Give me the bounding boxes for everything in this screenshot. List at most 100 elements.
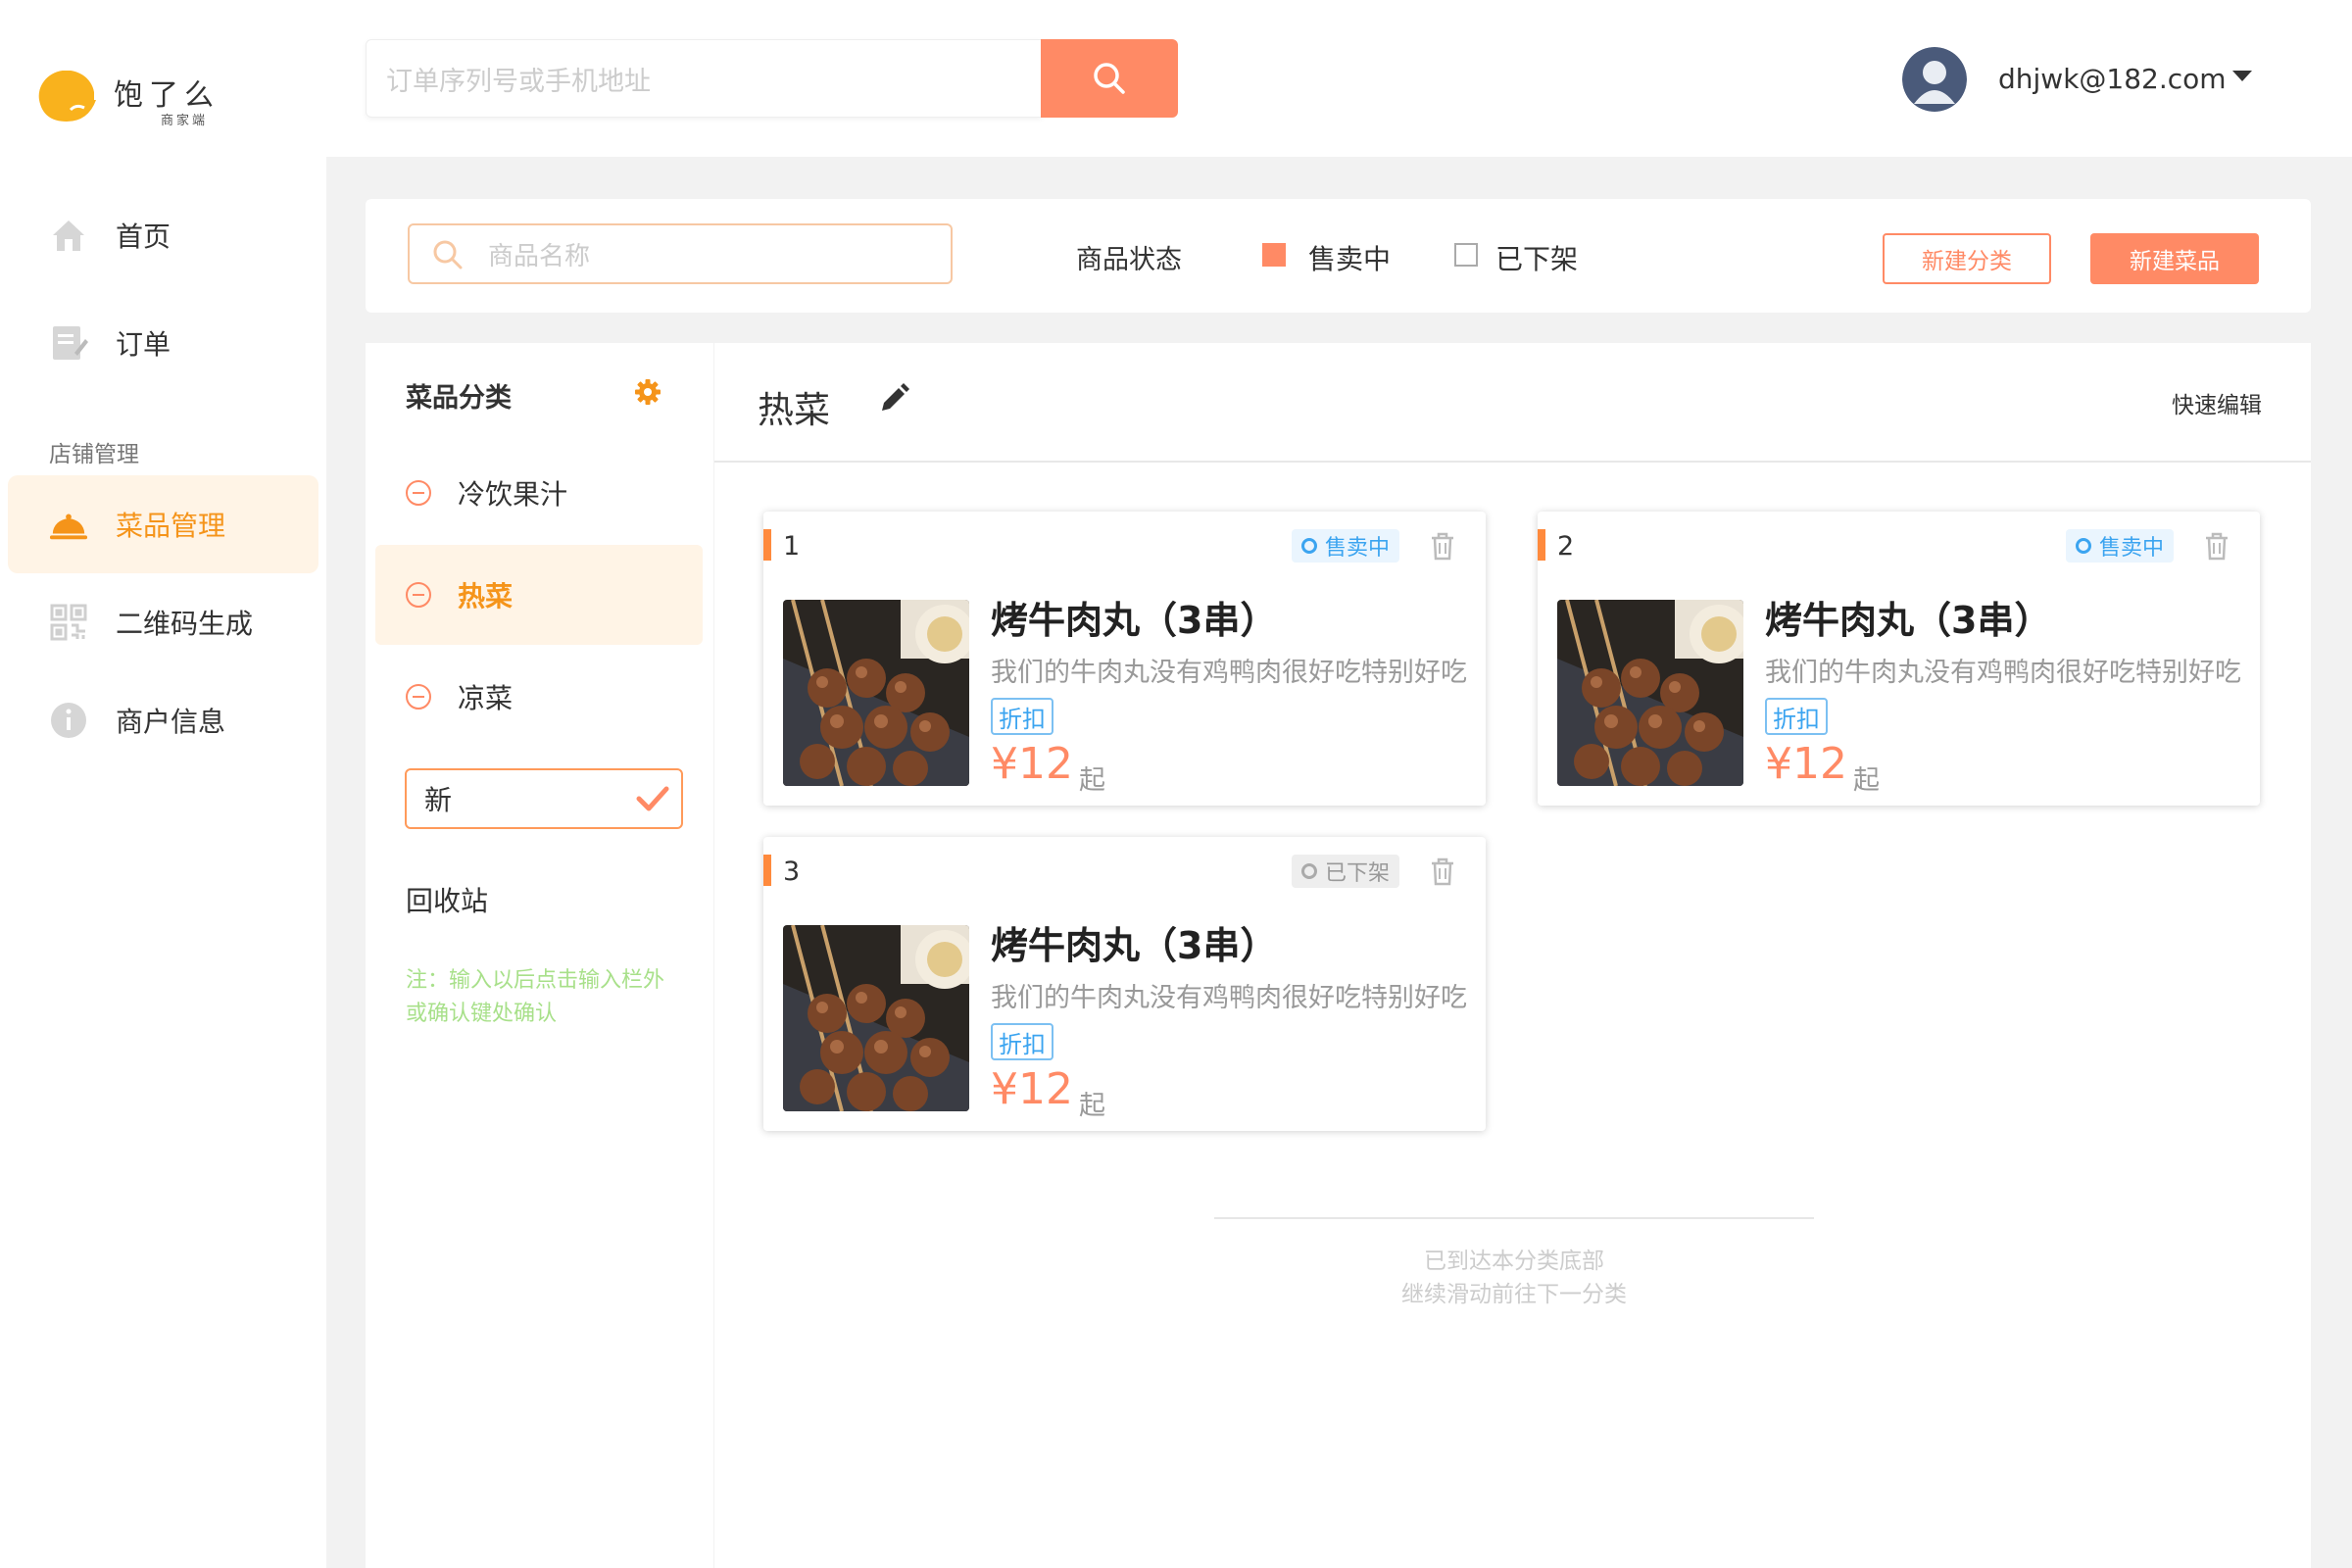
trash-icon[interactable] [1429,531,1456,561]
list-end-line-2: 继续滑动前往下一分类 [1401,1282,1627,1307]
category-panel: 菜品分类 冷饮果汁 热菜 凉菜 新 回收站 注：输入以后点击输入栏外或确认键处确… [366,343,713,1568]
order-icon [49,323,88,363]
new-category-input-value: 新 [424,784,453,816]
price-suffix: 起 [1853,765,1880,796]
dish-photo [1557,600,1743,786]
trash-icon[interactable] [2203,531,2230,561]
status-badge-label: 已下架 [1324,861,1390,886]
status-badge: 售卖中 [2065,529,2174,563]
dish-name: 烤牛肉丸（3串） [991,924,1278,967]
search-button[interactable] [1041,39,1178,118]
new-category-button[interactable]: 新建分类 [1883,233,2051,284]
dish-card[interactable]: 2 售卖中 烤牛肉丸（3串） 我们的牛肉丸没有鸡鸭肉很好吃特别好吃 折扣 ¥12… [1538,512,2260,806]
category-item[interactable]: 热菜 [375,545,703,645]
sidebar-item-dishes[interactable]: 菜品管理 [8,475,318,573]
remove-category-icon[interactable] [406,582,431,608]
card-index-marker [763,529,771,561]
home-icon [49,216,88,255]
list-end-divider [1214,1217,1814,1219]
gear-icon[interactable] [632,376,663,408]
top-header: 订单序列号或手机地址 dhjwk@182.com [326,0,2352,157]
status-on-sale-checkbox[interactable] [1262,243,1286,267]
sidebar-item-label: 首页 [116,220,172,253]
recycle-bin-link[interactable]: 回收站 [406,880,488,919]
dish-cover-icon [49,505,88,544]
status-on-sale-label[interactable]: 售卖中 [1308,238,1391,277]
category-item[interactable]: 凉菜 [375,647,703,747]
sidebar-item-label: 订单 [116,328,172,361]
status-off-shelf-label[interactable]: 已下架 [1495,238,1578,277]
app-name: 饱了么 [114,78,220,113]
sidebar-item-label: 二维码生成 [116,608,254,640]
edit-pencil-icon[interactable] [877,382,910,416]
price-suffix: 起 [1079,1091,1105,1121]
card-index: 1 [783,531,801,562]
status-off-shelf-checkbox[interactable] [1454,243,1478,267]
category-title: 热菜 [758,389,830,431]
caret-down-icon[interactable] [2232,71,2252,81]
dish-photo [783,600,969,786]
logo-icon [38,71,96,122]
filter-bar: 商品名称 商品状态 售卖中 已下架 新建分类 新建菜品 [366,199,2311,313]
dish-price: ¥12 [991,1064,1073,1114]
search-placeholder: 订单序列号或手机地址 [386,66,651,97]
search-icon [433,240,463,270]
status-dot-icon [1300,538,1317,554]
status-badge-label: 售卖中 [1324,536,1390,561]
sidebar-item-merchant-info[interactable]: 商户信息 [8,671,318,769]
quick-edit-link[interactable]: 快速编辑 [2172,386,2262,419]
dish-photo [783,925,969,1111]
dish-card[interactable]: 3 已下架 烤牛肉丸（3串） 我们的牛肉丸没有鸡鸭肉很好吃特别好吃 折扣 ¥12… [763,837,1486,1131]
sidebar-item-orders[interactable]: 订单 [8,294,318,392]
card-index-marker [763,855,771,886]
price-suffix: 起 [1079,765,1105,796]
card-index: 3 [783,857,801,887]
sidebar-item-qrcode[interactable]: 二维码生成 [8,573,318,671]
dish-price: ¥12 [991,739,1073,789]
status-badge: 售卖中 [1291,529,1399,563]
remove-category-icon[interactable] [406,480,431,506]
app-subtitle: 商家端 [161,114,209,128]
card-index: 2 [1557,531,1575,562]
sidebar-item-home[interactable]: 首页 [8,186,318,284]
dish-card[interactable]: 1 售卖中 烤牛肉丸（3串） 我们的牛肉丸没有鸡鸭肉很好吃特别好吃 折扣 ¥12… [763,512,1486,806]
dish-price: ¥12 [1765,739,1847,789]
dish-description: 我们的牛肉丸没有鸡鸭肉很好吃特别好吃 [1765,658,2241,688]
discount-tag: 折扣 [991,698,1054,735]
remove-category-icon[interactable] [406,684,431,710]
qrcode-icon [49,603,88,642]
app-logo[interactable]: 饱了么 商家端 [35,63,251,141]
input-hint-note: 注：输入以后点击输入栏外或确认键处确认 [406,968,665,1026]
dish-name: 烤牛肉丸（3串） [1765,599,2052,642]
status-badge: 已下架 [1291,855,1399,888]
status-badge-label: 售卖中 [2098,536,2164,561]
dish-list-panel: 热菜 快速编辑 1 售卖中 烤牛肉丸（3串） 我们的牛肉丸没有鸡鸭肉很好吃特别好… [714,343,2311,1568]
status-dot-icon [2075,538,2091,554]
search-icon [1094,63,1125,94]
category-item[interactable]: 冷饮果汁 [375,443,703,543]
confirm-check-icon[interactable] [636,784,669,813]
category-label: 凉菜 [458,682,514,714]
category-panel-title: 菜品分类 [406,383,512,414]
category-label: 冷饮果汁 [458,478,568,511]
card-index-marker [1538,529,1545,561]
status-filter-label: 商品状态 [1076,245,1182,275]
goods-search-input[interactable]: 商品名称 [408,223,953,284]
avatar[interactable] [1902,47,1967,112]
sidebar-item-label: 商户信息 [116,706,226,738]
dish-list-header: 热菜 快速编辑 [714,343,2311,463]
dish-description: 我们的牛肉丸没有鸡鸭肉很好吃特别好吃 [991,658,1467,688]
new-dish-button[interactable]: 新建菜品 [2090,233,2259,284]
new-category-input[interactable]: 新 [405,768,683,829]
goods-search-placeholder: 商品名称 [488,241,591,271]
order-search-input[interactable]: 订单序列号或手机地址 [366,39,1042,118]
section-label: 店铺管理 [49,442,139,467]
list-end-message: 已到达本分类底部 继续滑动前往下一分类 [1214,1245,1814,1311]
list-end-line-1: 已到达本分类底部 [1424,1249,1604,1274]
dish-description: 我们的牛肉丸没有鸡鸭肉很好吃特别好吃 [991,983,1467,1013]
status-dot-icon [1300,863,1317,879]
trash-icon[interactable] [1429,857,1456,886]
discount-tag: 折扣 [991,1023,1054,1060]
sidebar-item-label: 菜品管理 [116,510,226,542]
user-email[interactable]: dhjwk@182.com [1998,63,2227,95]
